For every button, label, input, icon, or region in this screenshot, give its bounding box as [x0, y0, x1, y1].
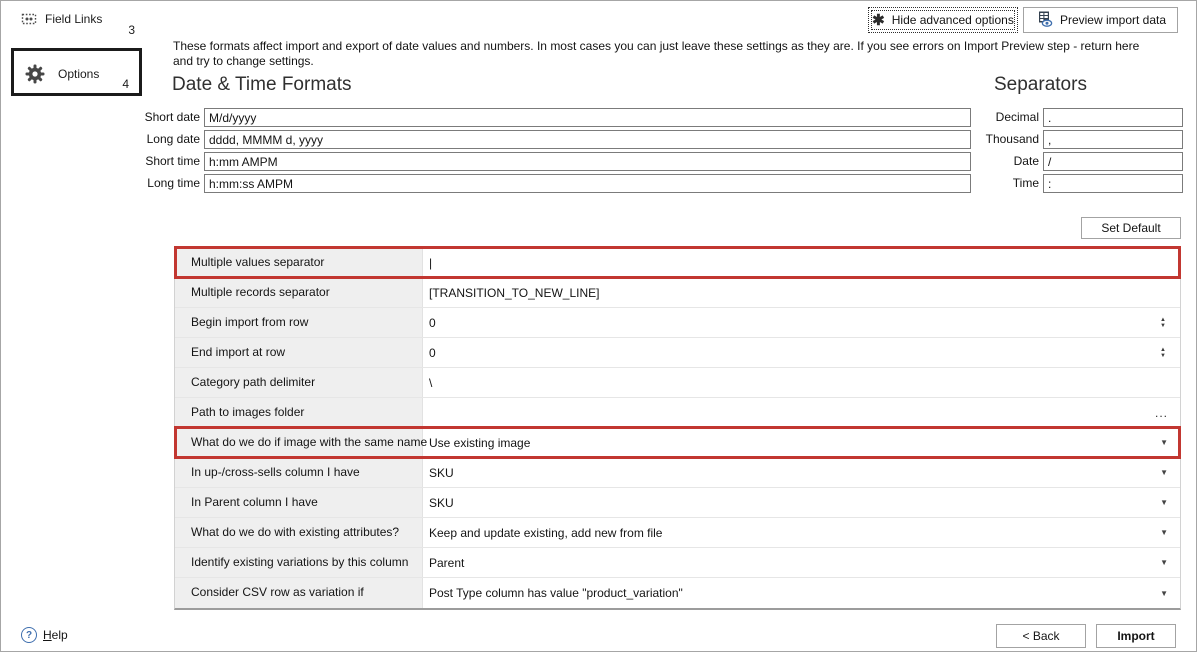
option-label: What do we do if image with the same nam… [175, 428, 423, 457]
option-label: Path to images folder [175, 398, 423, 427]
row-path-to-images-folder[interactable]: Path to images folder ... [175, 398, 1180, 428]
long-date-row: Long date [204, 130, 971, 149]
decimal-separator-input[interactable] [1043, 108, 1183, 127]
option-value[interactable]: 0 ▲ ▼ [423, 338, 1180, 367]
advanced-options-table: Multiple values separator | Multiple rec… [174, 247, 1181, 610]
sidebar-item-options[interactable]: Options 4 [11, 48, 142, 96]
thousand-separator-row: Thousand [1043, 130, 1183, 149]
chevron-down-icon[interactable]: ▼ [1160, 558, 1168, 567]
row-parent-column[interactable]: In Parent column I have SKU ▼ [175, 488, 1180, 518]
short-date-label: Short date [145, 108, 200, 127]
chevron-down-icon[interactable]: ▼ [1160, 498, 1168, 507]
thousand-separator-input[interactable] [1043, 130, 1183, 149]
field-links-step-number: 3 [119, 23, 135, 37]
help-link[interactable]: ? Help [21, 627, 68, 643]
chevron-down-icon[interactable]: ▼ [1160, 438, 1168, 447]
chevron-down-icon[interactable]: ▼ [1160, 468, 1168, 477]
field-links-icon [21, 11, 37, 27]
date-separator-label: Date [1014, 152, 1039, 171]
import-wizard-window: Field Links 3 Options 4 ✱ Hide advanced … [0, 0, 1197, 652]
thousand-separator-label: Thousand [986, 130, 1039, 149]
long-time-label: Long time [147, 174, 200, 193]
option-value[interactable]: \ [423, 368, 1180, 397]
row-category-path-delimiter[interactable]: Category path delimiter \ [175, 368, 1180, 398]
field-links-label: Field Links [45, 12, 102, 26]
chevron-down-icon[interactable]: ▼ [1160, 589, 1168, 598]
option-value[interactable]: [TRANSITION_TO_NEW_LINE] [423, 278, 1180, 307]
row-up-cross-sells-column[interactable]: In up-/cross-sells column I have SKU ▼ [175, 458, 1180, 488]
option-label: Consider CSV row as variation if [175, 578, 423, 608]
import-label: Import [1117, 629, 1154, 643]
row-multiple-records-separator[interactable]: Multiple records separator [TRANSITION_T… [175, 278, 1180, 308]
option-value[interactable]: SKU ▼ [423, 458, 1180, 487]
row-image-same-name-action[interactable]: What do we do if image with the same nam… [175, 428, 1180, 458]
time-separator-label: Time [1013, 174, 1039, 193]
long-date-input[interactable] [204, 130, 971, 149]
back-label: < Back [1022, 629, 1059, 643]
short-time-input[interactable] [204, 152, 971, 171]
preview-import-data-label: Preview import data [1060, 13, 1166, 27]
separators-heading: Separators [994, 74, 1087, 96]
preview-import-data-button[interactable]: Preview import data [1023, 7, 1178, 33]
date-separator-row: Date [1043, 152, 1183, 171]
short-date-input[interactable] [204, 108, 971, 127]
option-label: Category path delimiter [175, 368, 423, 397]
option-label: Identify existing variations by this col… [175, 548, 423, 577]
help-label: Help [43, 628, 68, 642]
option-label: End import at row [175, 338, 423, 367]
row-csv-row-variation-condition[interactable]: Consider CSV row as variation if Post Ty… [175, 578, 1180, 608]
option-label: Multiple values separator [175, 248, 423, 277]
sidebar-item-field-links[interactable]: Field Links [21, 11, 102, 27]
option-value[interactable]: | [423, 248, 1180, 277]
row-existing-attributes-action[interactable]: What do we do with existing attributes? … [175, 518, 1180, 548]
number-spinner[interactable]: ▲ ▼ [1160, 317, 1166, 329]
help-icon: ? [21, 627, 37, 643]
spinner-down-icon[interactable]: ▼ [1160, 353, 1166, 359]
chevron-down-icon[interactable]: ▼ [1160, 528, 1168, 537]
option-label: Begin import from row [175, 308, 423, 337]
gear-icon [24, 63, 46, 90]
hide-advanced-options-button[interactable]: ✱ Hide advanced options [868, 7, 1018, 33]
date-separator-input[interactable] [1043, 152, 1183, 171]
time-separator-row: Time [1043, 174, 1183, 193]
date-time-formats-heading: Date & Time Formats [172, 74, 352, 96]
number-spinner[interactable]: ▲ ▼ [1160, 347, 1166, 359]
long-date-label: Long date [147, 130, 200, 149]
option-value[interactable]: 0 ▲ ▼ [423, 308, 1180, 337]
decimal-separator-row: Decimal [1043, 108, 1183, 127]
option-label: In Parent column I have [175, 488, 423, 517]
row-identify-variations-column[interactable]: Identify existing variations by this col… [175, 548, 1180, 578]
option-value[interactable]: ... [423, 398, 1180, 427]
short-time-row: Short time [204, 152, 971, 171]
long-time-input[interactable] [204, 174, 971, 193]
preview-data-icon [1035, 10, 1053, 31]
browse-button[interactable]: ... [1155, 408, 1168, 418]
set-default-label: Set Default [1101, 221, 1160, 235]
row-begin-import-from-row[interactable]: Begin import from row 0 ▲ ▼ [175, 308, 1180, 338]
short-time-label: Short time [145, 152, 200, 171]
options-label: Options [58, 67, 99, 81]
option-value[interactable]: Post Type column has value "product_vari… [423, 578, 1180, 608]
import-button[interactable]: Import [1096, 624, 1176, 648]
set-default-button[interactable]: Set Default [1081, 217, 1181, 239]
row-multiple-values-separator[interactable]: Multiple values separator | [175, 248, 1180, 278]
option-value[interactable]: SKU ▼ [423, 488, 1180, 517]
options-description: These formats affect import and export o… [173, 39, 1161, 69]
option-label: In up-/cross-sells column I have [175, 458, 423, 487]
long-time-row: Long time [204, 174, 971, 193]
decimal-separator-label: Decimal [996, 108, 1039, 127]
option-value[interactable]: Use existing image ▼ [423, 428, 1180, 457]
time-separator-input[interactable] [1043, 174, 1183, 193]
option-label: What do we do with existing attributes? [175, 518, 423, 547]
spinner-down-icon[interactable]: ▼ [1160, 323, 1166, 329]
option-value[interactable]: Keep and update existing, add new from f… [423, 518, 1180, 547]
short-date-row: Short date [204, 108, 971, 127]
focus-outline [871, 10, 1015, 30]
option-label: Multiple records separator [175, 278, 423, 307]
row-end-import-at-row[interactable]: End import at row 0 ▲ ▼ [175, 338, 1180, 368]
option-value[interactable]: Parent ▼ [423, 548, 1180, 577]
options-step-number: 4 [122, 77, 129, 91]
back-button[interactable]: < Back [996, 624, 1086, 648]
